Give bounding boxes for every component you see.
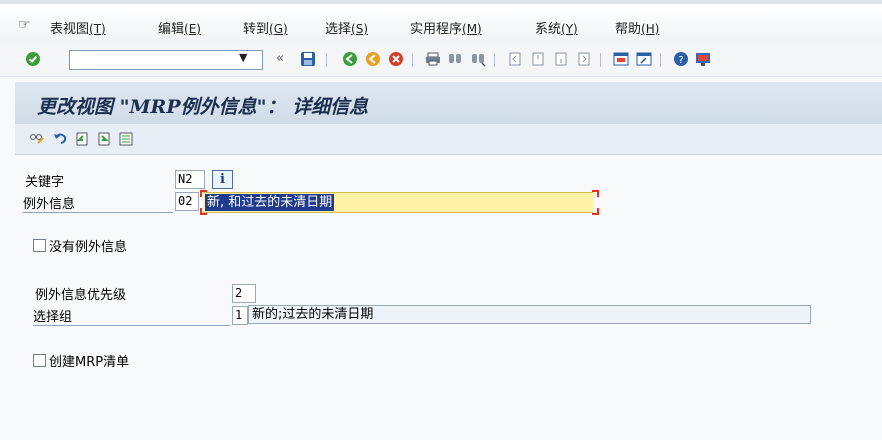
select-all-icon[interactable] [118,131,134,147]
toolbar-separator [494,53,495,67]
info-button[interactable]: i [212,170,233,189]
save-icon[interactable] [300,51,316,67]
menu-table-view[interactable]: 表视图(T) [50,18,106,37]
select-group-code-field[interactable]: 1 [232,306,248,325]
toolbar-separator [600,53,601,67]
select-group-label: 选择组 [33,306,230,326]
previous-entry-icon[interactable] [74,131,90,147]
exception-label: 例外信息 [23,193,173,213]
collapse-command-icon[interactable]: « [276,51,284,66]
exception-text-input[interactable]: 新, 和过去的未清日期 [203,192,593,213]
last-page-icon[interactable] [576,51,592,67]
key-field[interactable]: N2 [175,170,205,189]
command-field[interactable] [69,50,263,70]
next-entry-icon[interactable] [96,131,112,147]
first-page-icon[interactable] [507,51,523,67]
find-next-icon[interactable] [470,51,486,67]
standard-toolbar: ▼ « ? [0,42,882,77]
select-group-text-field: 新的;过去的未清日期 [248,305,811,324]
menu-utilities[interactable]: 实用程序(M) [410,18,482,37]
focus-corner-tr [592,190,599,197]
menu-system[interactable]: 系统(Y) [535,18,578,37]
no-exception-label: 没有例外信息 [49,240,128,255]
next-page-icon[interactable] [553,51,569,67]
previous-page-icon[interactable] [530,51,546,67]
priority-field[interactable]: 2 [232,284,256,303]
shortcut-icon[interactable] [636,51,652,67]
customize-layout-icon[interactable] [695,51,711,67]
undo-icon[interactable] [52,131,68,147]
exception-text-selection: 新, 和过去的未清日期 [205,194,335,211]
title-bar: 更改视图 "MRP例外信息"： 详细信息 [15,82,882,124]
toolbar-separator [326,53,327,67]
cancel-icon[interactable] [388,51,404,67]
create-mrp-list-label: 创建MRP清单 [49,355,130,370]
menu-selection[interactable]: 选择(S) [325,18,368,37]
exit-icon[interactable] [365,51,381,67]
focus-corner-tl [200,190,207,197]
focus-corner-br [592,208,599,215]
menu-help[interactable]: 帮助(H) [615,18,659,37]
menu-goto[interactable]: 转到(G) [243,18,288,37]
focus-corner-bl [200,208,207,215]
checkbox-box[interactable] [33,354,46,367]
print-icon[interactable] [425,51,441,67]
menu-bar: ☞ 表视图(T) 编辑(E) 转到(G) 选择(S) 实用程序(M) 系统(Y)… [0,0,882,42]
help-icon[interactable]: ? [673,51,689,67]
no-exception-checkbox[interactable]: 没有例外信息 [33,236,127,255]
key-label: 关键字 [25,175,65,190]
ok-check-icon[interactable] [25,51,41,67]
toolbar-separator [412,53,413,67]
create-mrp-list-checkbox[interactable]: 创建MRP清单 [33,351,129,370]
menu-edit[interactable]: 编辑(E) [158,18,201,37]
command-dropdown-icon[interactable]: ▼ [239,51,247,64]
back-icon[interactable] [342,51,358,67]
page-title: 更改视图 "MRP例外信息"： 详细信息 [37,96,369,118]
find-icon[interactable] [447,51,463,67]
svg-text:?: ? [678,55,683,66]
priority-label: 例外信息优先级 [35,288,127,303]
system-menu-icon[interactable]: ☞ [18,17,31,33]
toolbar-separator [660,53,661,67]
application-toolbar [15,124,882,155]
display-change-icon[interactable] [29,131,45,147]
checkbox-box[interactable] [33,239,46,252]
exception-code-field[interactable]: 02 [175,192,199,211]
new-session-icon[interactable] [613,51,629,67]
